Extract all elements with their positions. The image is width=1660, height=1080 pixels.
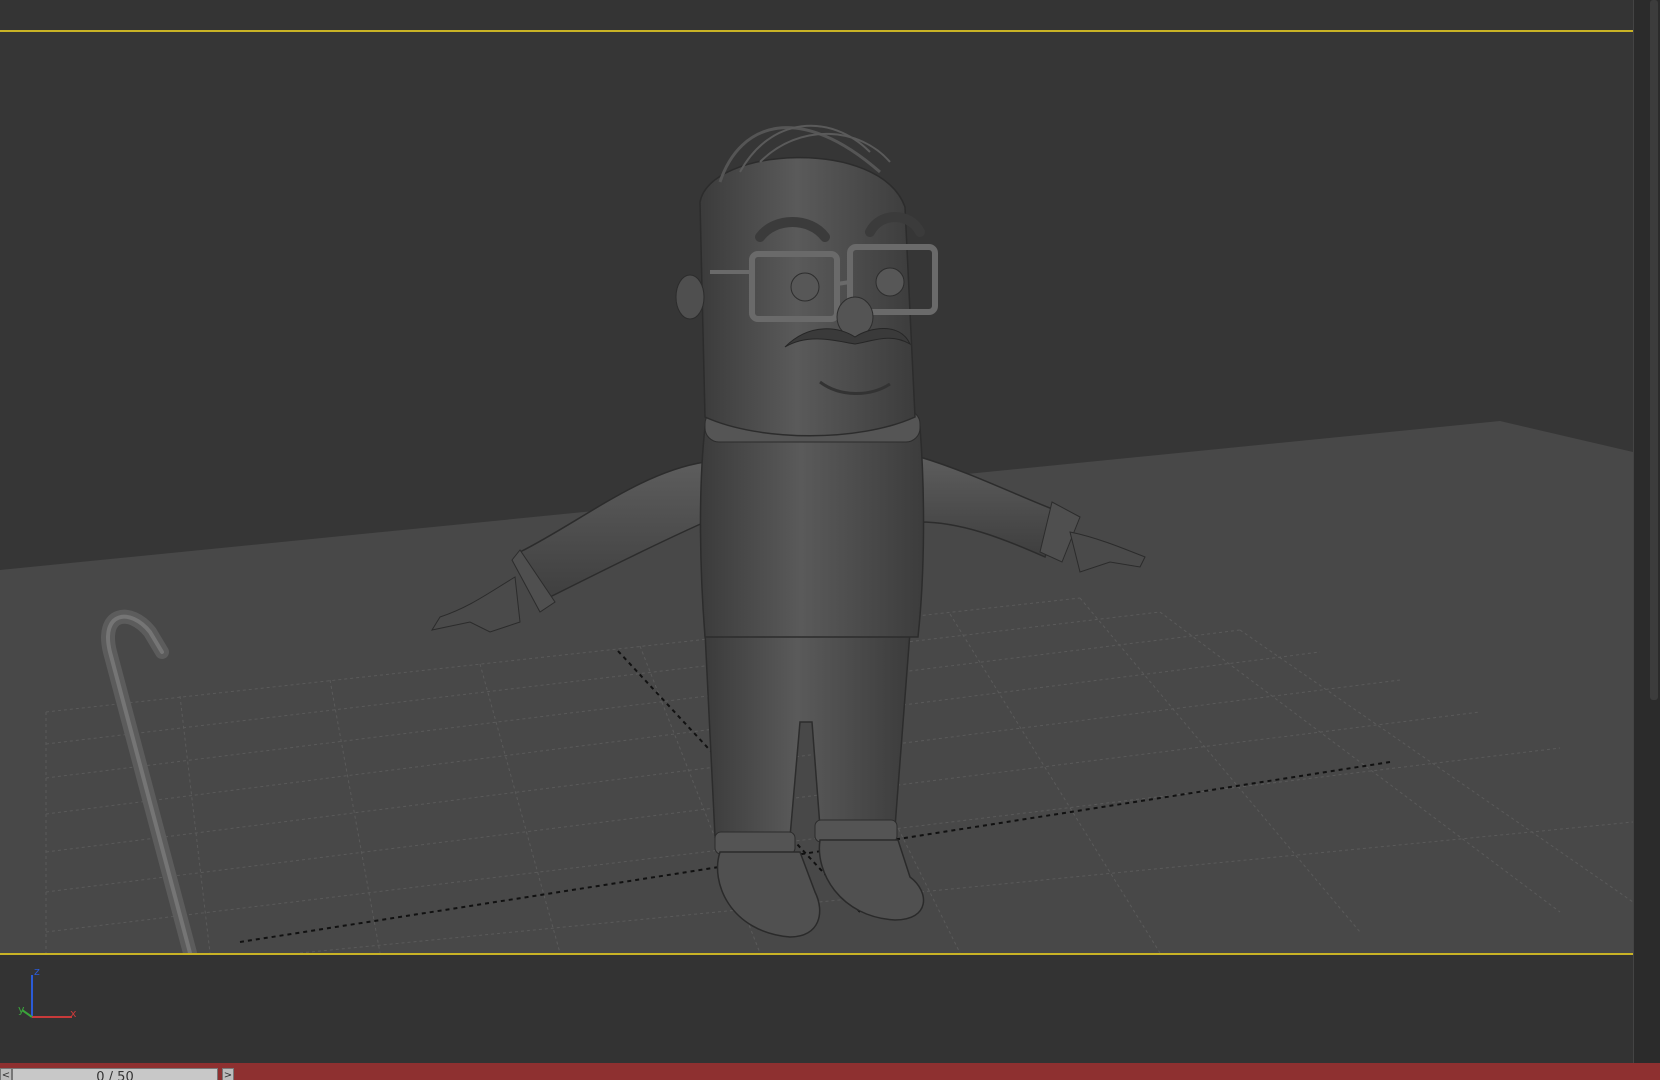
3d-modeling-app: z y x < 0 / 50 > (0, 0, 1660, 1080)
viewport-scene (0, 124, 1633, 953)
perspective-viewport[interactable] (0, 30, 1633, 955)
z-axis-label: z (34, 965, 40, 978)
viewport-top-bar (0, 0, 1633, 30)
timeline-prev-button[interactable]: < (0, 1068, 12, 1080)
x-axis-label: x (70, 1007, 77, 1020)
status-bar (0, 1063, 1660, 1080)
axis-gizmo: z y x (18, 965, 77, 1020)
y-axis-label: y (18, 1003, 25, 1016)
timeline-next-button[interactable]: > (222, 1068, 234, 1080)
viewport-bottom-band (0, 955, 1633, 1063)
time-slider-thumb[interactable]: 0 / 50 (12, 1068, 218, 1080)
right-scrollbar[interactable] (1650, 0, 1658, 700)
